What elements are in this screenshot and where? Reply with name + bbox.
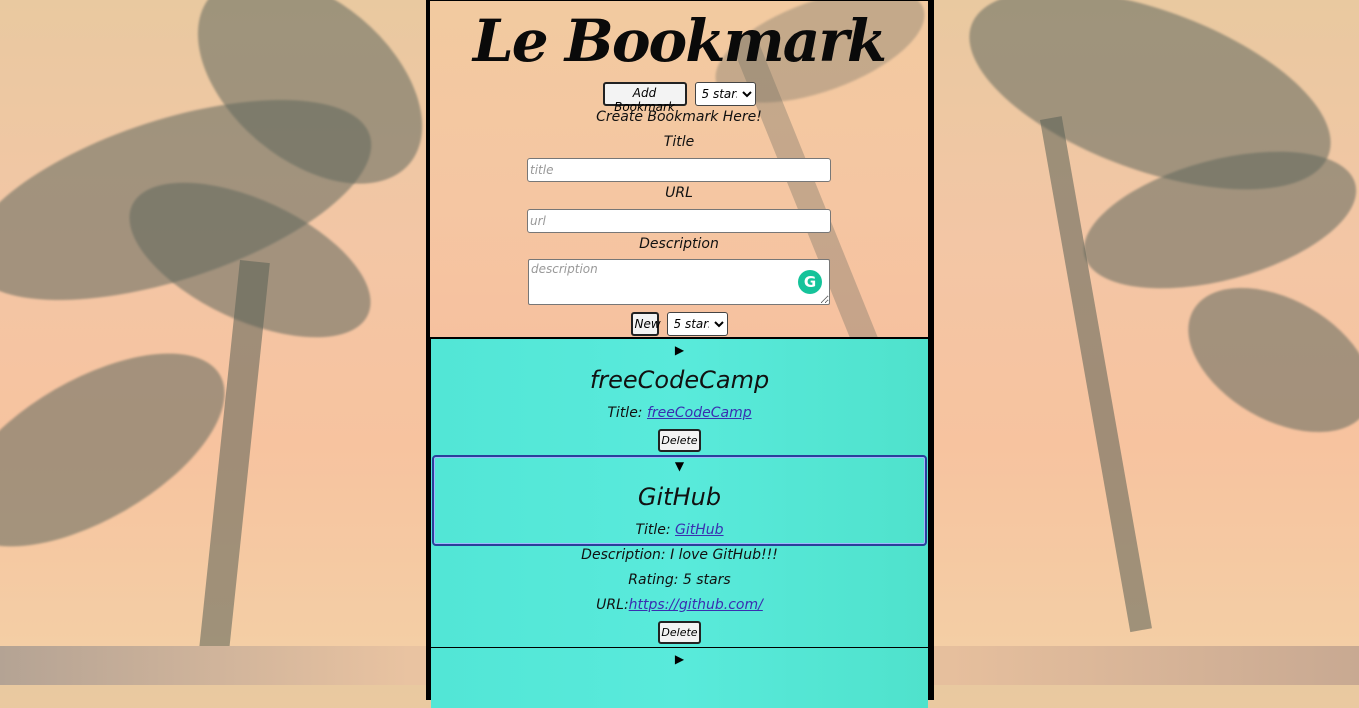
bookmark-title-line: Title: freeCodeCamp	[431, 405, 928, 421]
url-label: URL	[665, 185, 693, 201]
delete-button[interactable]: Delete	[658, 429, 701, 452]
delete-button[interactable]: Delete	[658, 621, 701, 644]
bookmark-title-link[interactable]: freeCodeCamp	[647, 405, 752, 421]
grammarly-icon[interactable]: G	[798, 270, 822, 294]
bookmark-card-github: ▼ GitHub Title: GitHub Description: I lo…	[431, 455, 928, 647]
description-label: Description	[639, 236, 719, 252]
collapsed-arrow-icon[interactable]: ▶	[431, 652, 928, 666]
collapsed-arrow-icon[interactable]: ▶	[431, 343, 928, 357]
bookmark-description: Description: I love GitHub!!!	[581, 547, 778, 563]
top-rating-select[interactable]: 5 stars	[694, 82, 756, 106]
bookmark-title-link[interactable]: GitHub	[675, 522, 724, 538]
title-label: Title	[663, 134, 695, 150]
bookmark-name: GitHub	[637, 483, 722, 511]
bookmark-name: freeCodeCamp	[589, 366, 770, 394]
title-prefix: Title:	[635, 522, 671, 538]
create-form-area: Le Bookmark Add Bookmark 5 stars Create …	[430, 1, 928, 337]
add-bookmark-button[interactable]: Add Bookmark	[602, 82, 687, 114]
url-input[interactable]	[527, 209, 831, 233]
url-prefix: URL:	[596, 597, 629, 613]
bookmark-url-link[interactable]: https://github.com/	[629, 597, 763, 613]
bookmark-rating: Rating: 5 stars	[628, 572, 731, 588]
bookmark-card-freecodecamp: ▶ freeCodeCamp Title: freeCodeCamp Delet…	[431, 339, 928, 455]
description-input[interactable]	[528, 259, 830, 305]
app-title: Le Bookmark	[472, 7, 887, 75]
new-rating-select[interactable]: 5 stars	[666, 312, 728, 336]
expanded-arrow-icon[interactable]: ▼	[431, 459, 928, 473]
bookmark-url-line: URL:https://github.com/	[431, 597, 928, 613]
bookmark-panel: Le Bookmark Add Bookmark 5 stars Create …	[426, 0, 934, 708]
bookmark-card-3: ▶	[431, 648, 928, 708]
title-input[interactable]	[527, 158, 831, 182]
create-heading: Create Bookmark Here!	[596, 109, 762, 125]
title-prefix: Title:	[607, 405, 643, 421]
create-controls: Add Bookmark 5 stars	[430, 82, 928, 114]
bookmark-title-line: Title: GitHub	[431, 522, 928, 538]
new-button[interactable]: New	[630, 312, 661, 336]
new-controls: New 5 stars	[430, 312, 928, 336]
